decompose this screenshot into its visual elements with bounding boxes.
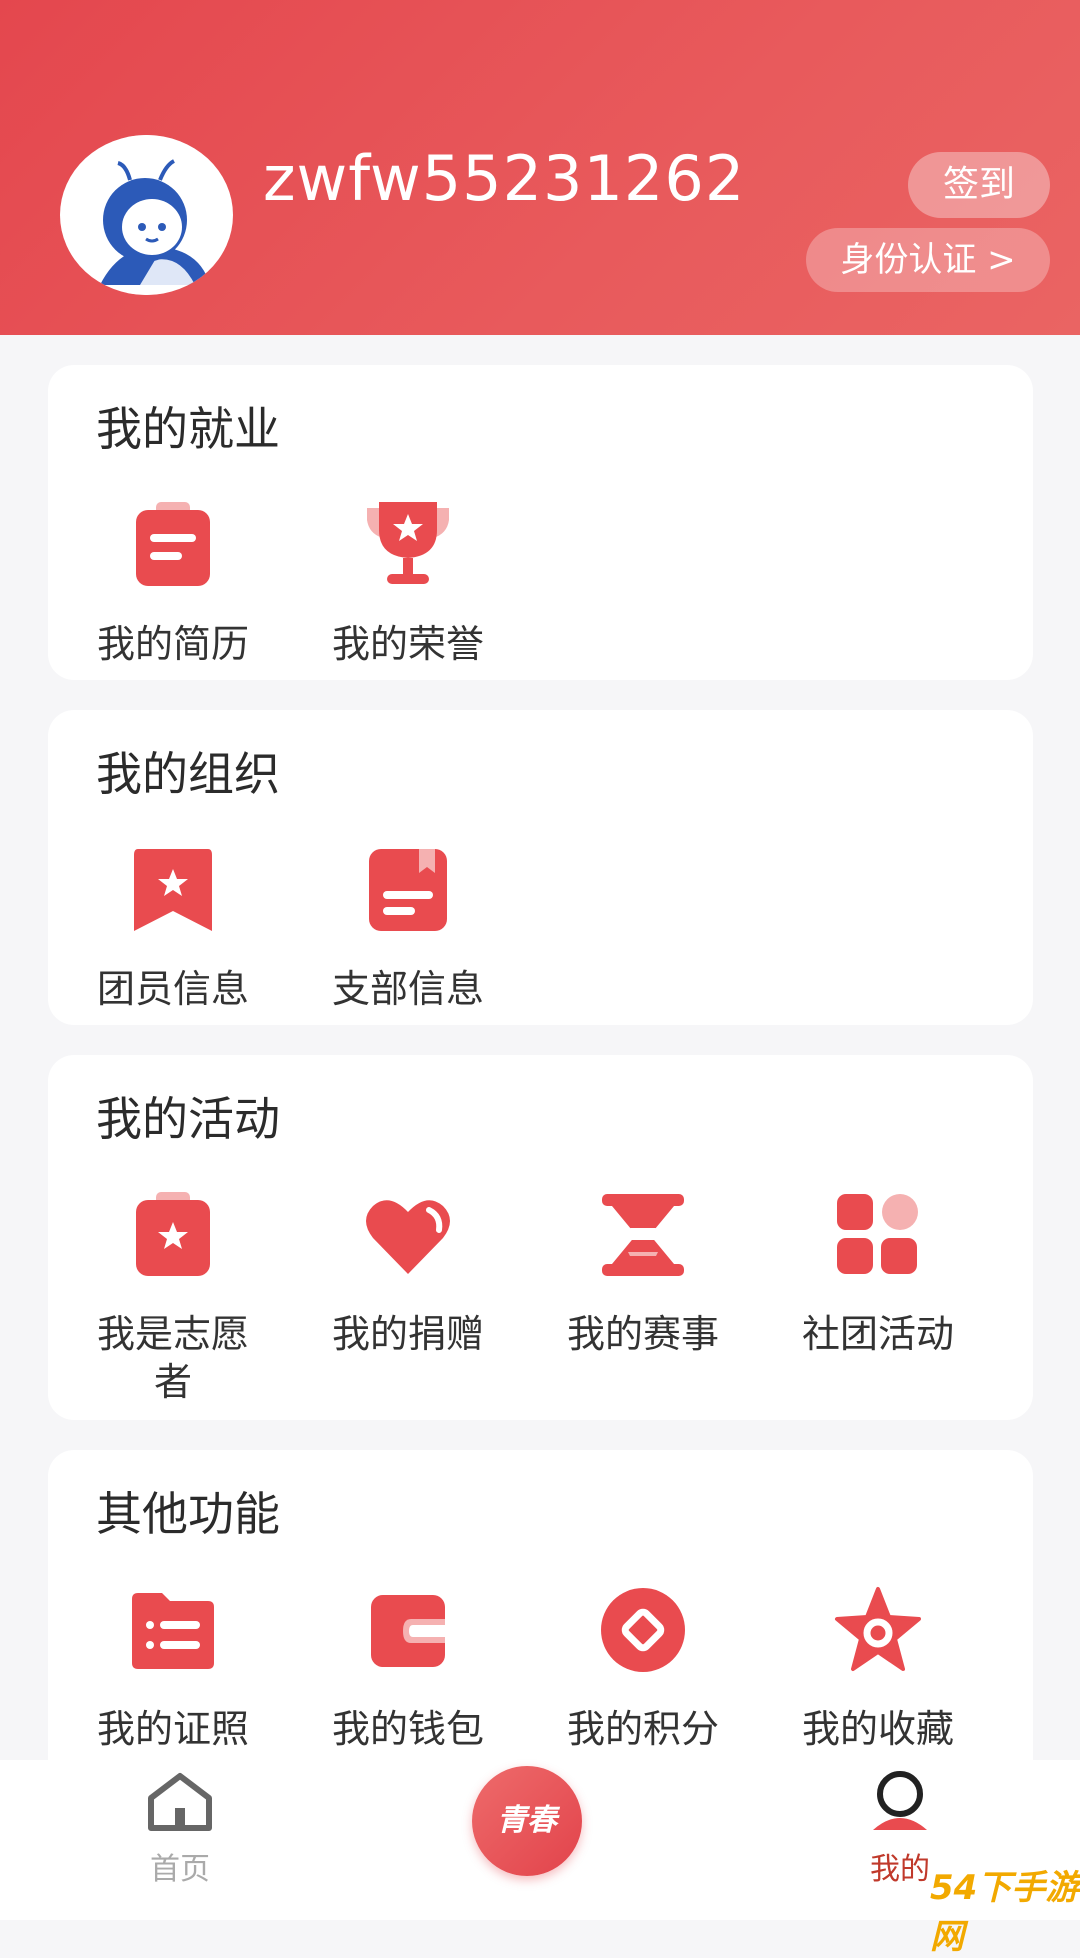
- hourglass-icon: [598, 1190, 688, 1280]
- menu-item-competition[interactable]: 我的赛事: [528, 1190, 758, 1358]
- signin-button[interactable]: 签到: [908, 152, 1050, 218]
- nav-home-label: 首页: [150, 1852, 210, 1887]
- resume-icon: [128, 500, 218, 590]
- profile-header: zwfw55231262 签到 身份认证 >: [0, 0, 1080, 335]
- youth-center-button[interactable]: 青春: [472, 1766, 582, 1876]
- menu-item-label: 社团活动: [801, 1312, 954, 1356]
- section-other-functions: 其他功能 我的证照 我的钱包 我的积分 我的收藏: [48, 1450, 1033, 1790]
- watermark-logo: 54下手游网: [930, 1868, 1080, 1957]
- section-title: 我的就业: [96, 402, 280, 456]
- menu-item-label: 我的简历: [96, 622, 249, 666]
- section-title: 我的活动: [96, 1092, 280, 1146]
- menu-item-donation[interactable]: 我的捐赠: [293, 1190, 523, 1358]
- menu-item-label: 我的捐赠: [331, 1312, 484, 1356]
- menu-item-label: 我的赛事: [566, 1312, 719, 1356]
- menu-item-licenses[interactable]: 我的证照: [58, 1585, 288, 1753]
- menu-item-label: 支部信息: [331, 967, 484, 1011]
- menu-item-resume[interactable]: 我的简历: [58, 500, 288, 668]
- menu-item-wallet[interactable]: 我的钱包: [293, 1585, 523, 1753]
- heart-icon: [363, 1190, 453, 1280]
- wallet-icon: [363, 1585, 453, 1675]
- menu-item-favorites[interactable]: 我的收藏: [763, 1585, 993, 1753]
- menu-item-club-activities[interactable]: 社团活动: [763, 1190, 993, 1358]
- section-employment: 我的就业 我的简历 我的荣誉: [48, 365, 1033, 680]
- section-activities: 我的活动 我是志愿者 我的捐赠 我的赛事 社团活动: [48, 1055, 1033, 1420]
- menu-item-label: 我的钱包: [331, 1707, 484, 1751]
- folder-list-icon: [128, 1585, 218, 1675]
- menu-item-label: 我的荣誉: [331, 622, 484, 666]
- member-badge-icon: [128, 845, 218, 935]
- star-icon: [833, 1585, 923, 1675]
- menu-item-label: 我的证照: [96, 1707, 249, 1751]
- menu-item-points[interactable]: 我的积分: [528, 1585, 758, 1753]
- nav-home[interactable]: 首页: [130, 1770, 230, 1888]
- section-organization: 我的组织 团员信息 支部信息: [48, 710, 1033, 1025]
- points-coin-icon: [598, 1585, 688, 1675]
- section-title: 其他功能: [96, 1487, 280, 1541]
- menu-item-label: 团员信息: [96, 967, 249, 1011]
- user-icon: [850, 1770, 950, 1838]
- menu-item-label: 我是志愿者: [96, 1312, 249, 1404]
- identity-auth-button[interactable]: 身份认证 >: [806, 228, 1050, 292]
- avatar[interactable]: [60, 135, 233, 295]
- menu-item-label: 我的积分: [566, 1707, 719, 1751]
- menu-item-branch-info[interactable]: 支部信息: [293, 845, 523, 1013]
- menu-item-label: 我的收藏: [801, 1707, 954, 1751]
- username: zwfw55231262: [263, 142, 746, 215]
- menu-item-honor[interactable]: 我的荣誉: [293, 500, 523, 668]
- section-title: 我的组织: [96, 747, 280, 801]
- grid-icon: [833, 1190, 923, 1280]
- menu-item-member-info[interactable]: 团员信息: [58, 845, 288, 1013]
- branch-document-icon: [363, 845, 453, 935]
- menu-item-volunteer[interactable]: 我是志愿者: [58, 1190, 288, 1406]
- trophy-icon: [363, 500, 453, 590]
- volunteer-clipboard-icon: [128, 1190, 218, 1280]
- home-icon: [130, 1770, 230, 1838]
